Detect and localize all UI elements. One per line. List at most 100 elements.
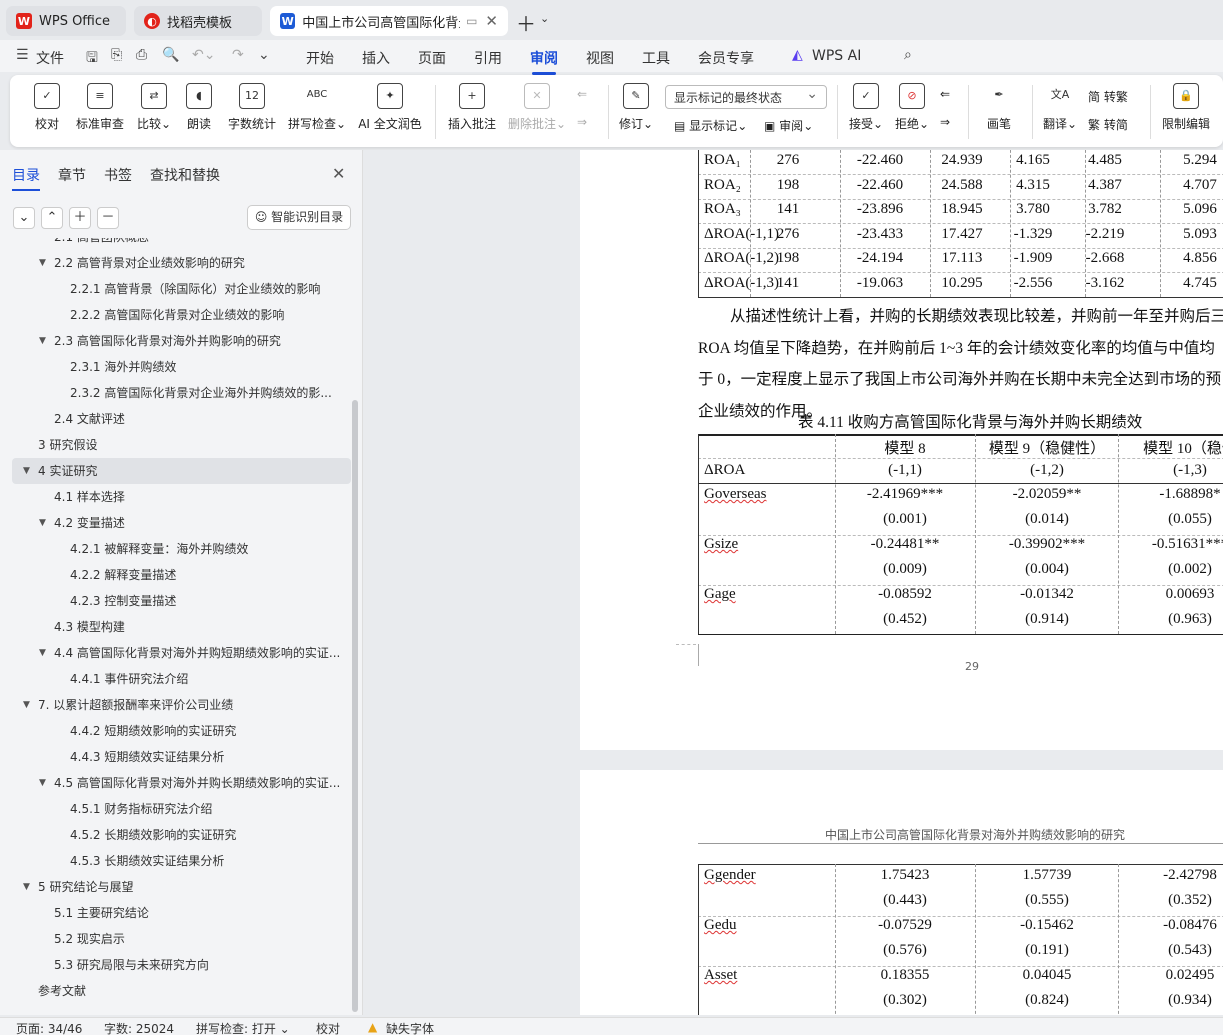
menu-tools[interactable]: 工具: [642, 48, 670, 68]
toc-item[interactable]: 2.3.1 海外并购绩效: [0, 354, 350, 380]
toc-item[interactable]: 5.3 研究局限与未来研究方向: [0, 952, 350, 978]
insert-comment-button[interactable]: + 插入批注: [446, 83, 498, 132]
word-count-status[interactable]: 字数: 25024: [104, 1020, 174, 1035]
print-icon[interactable]: ⎙: [136, 47, 147, 63]
menu-file[interactable]: 文件: [36, 48, 64, 68]
close-panel-icon[interactable]: ✕: [332, 164, 345, 183]
expand-caret-icon[interactable]: ▼: [23, 466, 30, 476]
toc-item[interactable]: 4.4 高管国际化背景对海外并购短期绩效影响的实证...: [0, 640, 350, 666]
tab-find-replace[interactable]: 查找和替换: [150, 165, 220, 185]
accept-button[interactable]: ✓ 接受⌄: [846, 83, 886, 132]
window-icon[interactable]: ▭: [466, 14, 477, 28]
hamburger-icon[interactable]: ☰: [16, 47, 29, 63]
to-traditional-button[interactable]: 简 转繁: [1088, 88, 1128, 105]
toc-item[interactable]: 2.1 高管团队概念: [0, 238, 350, 250]
proof-status[interactable]: 校对: [316, 1020, 340, 1035]
toc-item[interactable]: 4.4.3 短期绩效实证结果分析: [0, 744, 350, 770]
expand-caret-icon[interactable]: ▼: [23, 882, 30, 892]
collapse-chevron-down-icon[interactable]: ⌄: [13, 207, 35, 229]
toc-item[interactable]: 4.5.1 财务指标研究法介绍: [0, 796, 350, 822]
compare-button[interactable]: ⇄ 比较⌄: [134, 83, 174, 132]
export-icon[interactable]: ⎘: [111, 47, 122, 63]
smart-recognize-toc-button[interactable]: ☺ 智能识别目录: [247, 205, 351, 230]
next-comment-icon[interactable]: ⇒: [577, 115, 587, 129]
toc-item[interactable]: 5 研究结论与展望: [0, 874, 350, 900]
toc-item[interactable]: 5.1 主要研究结论: [0, 900, 350, 926]
toc-item[interactable]: 2.2.1 高管背景（除国际化）对企业绩效的影响: [0, 276, 350, 302]
panel-scrollbar[interactable]: [352, 400, 358, 1012]
expand-caret-icon[interactable]: ▼: [39, 648, 46, 658]
delete-comment-button[interactable]: ✕ 删除批注⌄: [506, 83, 568, 132]
restrict-editing-button[interactable]: 🔒 限制编辑: [1160, 83, 1212, 132]
toc-item[interactable]: 7. 以累计超额报酬率来评价公司业绩: [0, 692, 350, 718]
menu-insert[interactable]: 插入: [362, 48, 390, 68]
menu-references[interactable]: 引用: [474, 48, 502, 68]
more-chevron-icon[interactable]: ⌄: [258, 47, 270, 63]
tab-docer-template[interactable]: ◐ 找稻壳模板: [134, 6, 262, 36]
expand-caret-icon[interactable]: ▼: [39, 258, 46, 268]
menu-review[interactable]: 审阅: [530, 48, 558, 75]
missing-font-status[interactable]: 缺失字体: [386, 1020, 434, 1035]
undo-icon[interactable]: ↶⌄: [192, 47, 215, 63]
page-indicator[interactable]: 页面: 34/46: [16, 1020, 82, 1035]
add-heading-plus-icon[interactable]: ＋: [69, 207, 91, 229]
to-simplified-button[interactable]: 繁 转简: [1088, 116, 1128, 133]
menu-wps-ai[interactable]: WPS AI: [812, 48, 861, 64]
toc-item[interactable]: 4.3 模型构建: [0, 614, 350, 640]
remove-heading-minus-icon[interactable]: －: [97, 207, 119, 229]
menu-view[interactable]: 视图: [586, 48, 614, 68]
tab-bookmarks[interactable]: 书签: [104, 165, 132, 185]
toc-item[interactable]: 4.5 高管国际化背景对海外并购长期绩效影响的实证...: [0, 770, 350, 796]
toc-item[interactable]: 4.2 变量描述: [0, 510, 350, 536]
expand-caret-icon[interactable]: ▼: [39, 778, 46, 788]
tab-current-document[interactable]: W 中国上市公司高管国际化背景 ▭ ✕: [270, 6, 508, 36]
toc-item[interactable]: 4.4.2 短期绩效影响的实证研究: [0, 718, 350, 744]
close-tab-icon[interactable]: ✕: [485, 12, 498, 30]
read-aloud-button[interactable]: ◖ 朗读: [184, 83, 214, 132]
tab-chapters[interactable]: 章节: [58, 165, 86, 185]
toc-item[interactable]: 4.1 样本选择: [0, 484, 350, 510]
toc-item[interactable]: 2.3.2 高管国际化背景对企业海外并购绩效的影...: [0, 380, 350, 406]
toc-item[interactable]: 3 研究假设: [0, 432, 350, 458]
expand-caret-icon[interactable]: ▼: [23, 700, 30, 710]
reject-button[interactable]: ⊘ 拒绝⌄: [892, 83, 932, 132]
ai-polish-button[interactable]: ✦ AI 全文润色: [356, 83, 424, 132]
expand-chevron-up-icon[interactable]: ⌃: [41, 207, 63, 229]
pen-button[interactable]: ✒ 画笔: [984, 83, 1014, 132]
toc-item[interactable]: 4 实证研究: [12, 458, 351, 484]
previous-change-icon[interactable]: ⇐: [940, 87, 950, 101]
tab-toc[interactable]: 目录: [12, 165, 40, 191]
word-count-button[interactable]: 12 字数统计: [226, 83, 278, 132]
menu-member[interactable]: 会员专享: [698, 48, 754, 68]
tab-list-chevron-icon[interactable]: ⌄: [540, 12, 549, 25]
toc-item[interactable]: 4.2.3 控制变量描述: [0, 588, 350, 614]
menu-page[interactable]: 页面: [418, 48, 446, 68]
document-canvas[interactable]: ROA₁ 276 -22.460 24.939 4.165 4.485 5.294 ROA₂ 1…: [364, 150, 1223, 1015]
toc-item[interactable]: 2.2.2 高管国际化背景对企业绩效的影响: [0, 302, 350, 328]
toc-item[interactable]: 2.4 文献评述: [0, 406, 350, 432]
toc-item[interactable]: 参考文献: [0, 978, 350, 1004]
print-preview-icon[interactable]: 🔍: [162, 47, 179, 63]
toc-item[interactable]: 5.2 现实启示: [0, 926, 350, 952]
show-markup-dropdown[interactable]: ▤ 显示标记⌄: [674, 117, 747, 134]
spell-check-button[interactable]: ABC 拼写检查⌄: [286, 83, 348, 132]
spell-check-status[interactable]: 拼写检查: 打开 ⌄: [196, 1020, 290, 1035]
previous-comment-icon[interactable]: ⇐: [577, 87, 587, 101]
search-icon[interactable]: ⌕: [904, 47, 912, 63]
toc-item[interactable]: 2.2 高管背景对企业绩效影响的研究: [0, 250, 350, 276]
expand-caret-icon[interactable]: ▼: [39, 518, 46, 528]
next-change-icon[interactable]: ⇒: [940, 115, 950, 129]
track-changes-button[interactable]: ✎ 修订⌄: [616, 83, 656, 132]
save-icon[interactable]: 🖫: [86, 47, 98, 71]
toc-item[interactable]: 2.3 高管国际化背景对海外并购影响的研究: [0, 328, 350, 354]
toc-item[interactable]: 4.5.2 长期绩效影响的实证研究: [0, 822, 350, 848]
toc-item[interactable]: 4.5.3 长期绩效实证结果分析: [0, 848, 350, 874]
review-mode-select[interactable]: 显示标记的最终状态: [665, 85, 827, 109]
toc-item[interactable]: 4.2.1 被解释变量：海外并购绩效: [0, 536, 350, 562]
menu-start[interactable]: 开始: [306, 48, 334, 68]
standard-review-button[interactable]: ≡ 标准审查: [74, 83, 126, 132]
toc-item[interactable]: 4.4.1 事件研究法介绍: [0, 666, 350, 692]
toc-item[interactable]: 4.2.2 解释变量描述: [0, 562, 350, 588]
tab-wps-office[interactable]: W WPS Office: [6, 6, 126, 36]
new-tab-plus-icon[interactable]: ＋: [516, 8, 536, 37]
